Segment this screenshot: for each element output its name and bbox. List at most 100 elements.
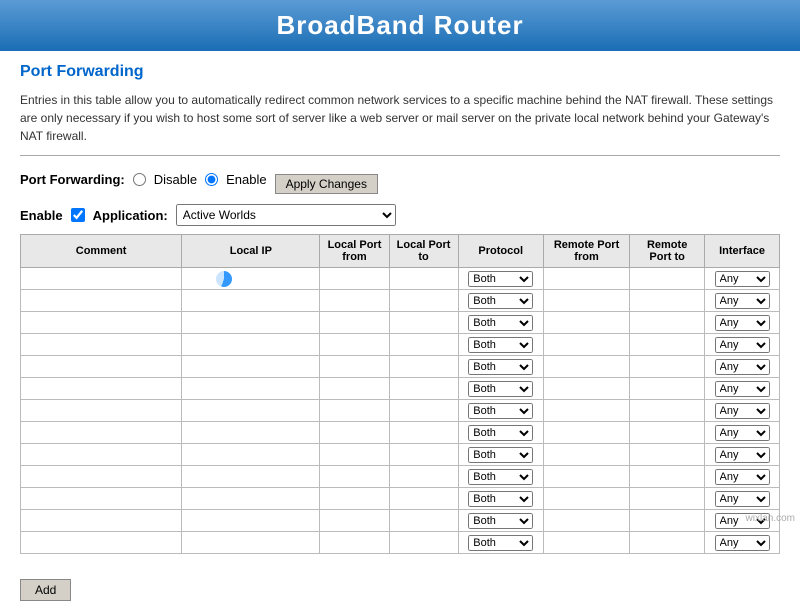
protocol-select[interactable]: BothTCPUDP	[468, 271, 533, 287]
rp-to-input[interactable]	[634, 406, 700, 418]
enable-checkbox[interactable]	[71, 208, 85, 222]
local-ip-input[interactable]	[186, 384, 315, 396]
enable-radio[interactable]	[205, 173, 218, 186]
comment-input[interactable]	[25, 450, 177, 462]
lp-from-input[interactable]	[324, 494, 384, 506]
interface-select[interactable]: AnyWANLAN	[715, 381, 770, 397]
lp-from-input[interactable]	[324, 406, 384, 418]
apply-changes-button[interactable]: Apply Changes	[275, 174, 378, 194]
rp-from-input[interactable]	[548, 472, 625, 484]
rp-from-input[interactable]	[548, 384, 625, 396]
lp-from-input[interactable]	[324, 296, 384, 308]
protocol-select[interactable]: BothTCPUDP	[468, 447, 533, 463]
comment-input[interactable]	[25, 494, 177, 506]
lp-to-input[interactable]	[394, 384, 454, 396]
rp-from-input[interactable]	[548, 362, 625, 374]
disable-label[interactable]: Disable	[154, 172, 197, 187]
interface-select[interactable]: AnyWANLAN	[715, 469, 770, 485]
local-ip-input[interactable]	[186, 406, 315, 418]
interface-select[interactable]: AnyWANLAN	[715, 447, 770, 463]
lp-to-input[interactable]	[394, 274, 454, 286]
lp-from-input[interactable]	[324, 340, 384, 352]
rp-from-input[interactable]	[548, 516, 625, 528]
comment-input[interactable]	[25, 274, 177, 286]
rp-to-input[interactable]	[634, 450, 700, 462]
comment-input[interactable]	[25, 406, 177, 418]
lp-to-input[interactable]	[394, 494, 454, 506]
local-ip-input[interactable]	[186, 428, 315, 440]
lp-to-input[interactable]	[394, 406, 454, 418]
lp-to-input[interactable]	[394, 428, 454, 440]
lp-from-input[interactable]	[324, 538, 384, 550]
interface-select[interactable]: AnyWANLAN	[715, 403, 770, 419]
local-ip-input[interactable]	[186, 340, 315, 352]
comment-input[interactable]	[25, 362, 177, 374]
interface-select[interactable]: AnyWANLAN	[715, 271, 770, 287]
rp-to-input[interactable]	[634, 340, 700, 352]
lp-from-input[interactable]	[324, 362, 384, 374]
lp-to-input[interactable]	[394, 516, 454, 528]
comment-input[interactable]	[25, 428, 177, 440]
protocol-select[interactable]: BothTCPUDP	[468, 337, 533, 353]
rp-to-input[interactable]	[634, 516, 700, 528]
rp-to-input[interactable]	[634, 384, 700, 396]
local-ip-input[interactable]	[186, 362, 315, 374]
local-ip-input[interactable]	[186, 296, 315, 308]
interface-select[interactable]: AnyWANLAN	[715, 293, 770, 309]
rp-to-input[interactable]	[634, 472, 700, 484]
lp-from-input[interactable]	[324, 516, 384, 528]
lp-from-input[interactable]	[324, 472, 384, 484]
interface-select[interactable]: AnyWANLAN	[715, 337, 770, 353]
protocol-select[interactable]: BothTCPUDP	[468, 293, 533, 309]
comment-input[interactable]	[25, 296, 177, 308]
lp-to-input[interactable]	[394, 362, 454, 374]
protocol-select[interactable]: BothTCPUDP	[468, 315, 533, 331]
rp-from-input[interactable]	[548, 318, 625, 330]
lp-from-input[interactable]	[324, 318, 384, 330]
rp-to-input[interactable]	[634, 494, 700, 506]
local-ip-input[interactable]	[186, 538, 315, 550]
comment-input[interactable]	[25, 340, 177, 352]
rp-from-input[interactable]	[548, 450, 625, 462]
rp-to-input[interactable]	[634, 362, 700, 374]
local-ip-input[interactable]	[186, 450, 315, 462]
enable-label[interactable]: Enable	[226, 172, 266, 187]
interface-select[interactable]: AnyWANLAN	[715, 315, 770, 331]
local-ip-input[interactable]	[186, 494, 315, 506]
comment-input[interactable]	[25, 384, 177, 396]
rp-to-input[interactable]	[634, 296, 700, 308]
rp-from-input[interactable]	[548, 274, 625, 286]
protocol-select[interactable]: BothTCPUDP	[468, 425, 533, 441]
protocol-select[interactable]: BothTCPUDP	[468, 359, 533, 375]
local-ip-input[interactable]	[186, 472, 315, 484]
interface-select[interactable]: AnyWANLAN	[715, 425, 770, 441]
add-button[interactable]: Add	[20, 579, 71, 601]
lp-from-input[interactable]	[324, 428, 384, 440]
protocol-select[interactable]: BothTCPUDP	[468, 513, 533, 529]
local-ip-input[interactable]	[186, 516, 315, 528]
lp-from-input[interactable]	[324, 384, 384, 396]
lp-from-input[interactable]	[324, 450, 384, 462]
rp-from-input[interactable]	[548, 340, 625, 352]
protocol-select[interactable]: BothTCPUDP	[468, 403, 533, 419]
rp-to-input[interactable]	[634, 428, 700, 440]
lp-to-input[interactable]	[394, 340, 454, 352]
lp-from-input[interactable]	[324, 274, 384, 286]
rp-from-input[interactable]	[548, 494, 625, 506]
lp-to-input[interactable]	[394, 450, 454, 462]
interface-select[interactable]: AnyWANLAN	[715, 491, 770, 507]
rp-to-input[interactable]	[634, 318, 700, 330]
interface-select[interactable]: AnyWANLAN	[715, 535, 770, 551]
rp-from-input[interactable]	[548, 428, 625, 440]
comment-input[interactable]	[25, 538, 177, 550]
protocol-select[interactable]: BothTCPUDP	[468, 469, 533, 485]
comment-input[interactable]	[25, 318, 177, 330]
rp-to-input[interactable]	[634, 538, 700, 550]
application-select[interactable]: Active Worlds	[176, 204, 396, 226]
lp-to-input[interactable]	[394, 538, 454, 550]
rp-from-input[interactable]	[548, 406, 625, 418]
protocol-select[interactable]: BothTCPUDP	[468, 491, 533, 507]
protocol-select[interactable]: BothTCPUDP	[468, 381, 533, 397]
rp-to-input[interactable]	[634, 274, 700, 286]
lp-to-input[interactable]	[394, 296, 454, 308]
